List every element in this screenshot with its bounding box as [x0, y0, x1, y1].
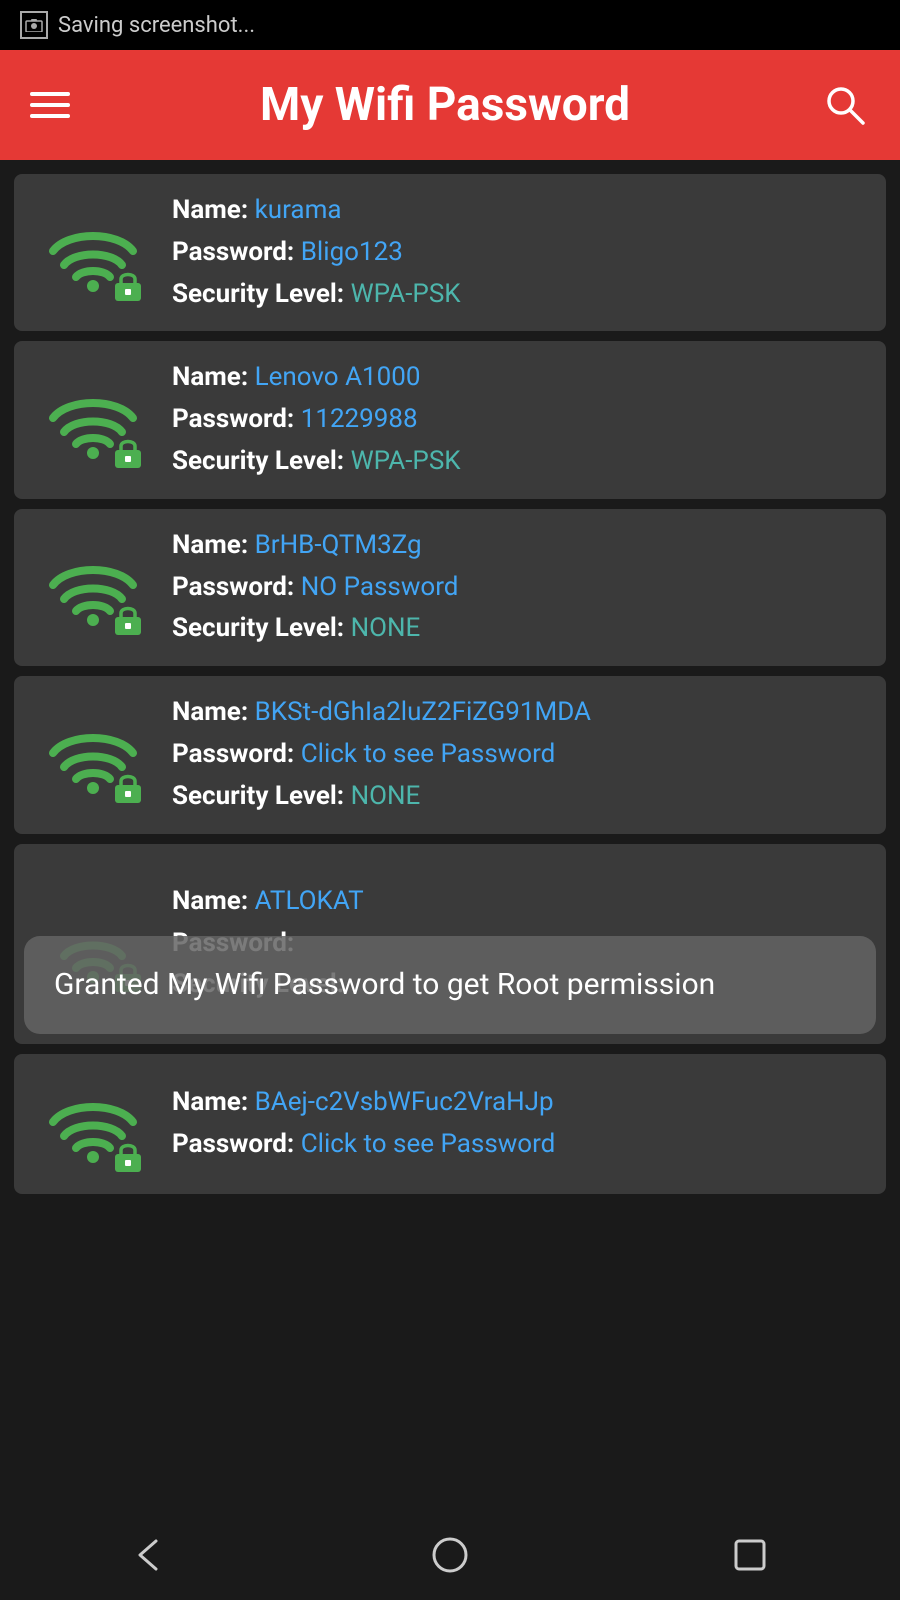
password-value-2: 11229988: [301, 404, 418, 434]
wifi-icon-wrap-3: [38, 537, 148, 637]
password-value-4: Click to see Password: [301, 739, 556, 769]
status-bar-text: Saving screenshot...: [58, 13, 255, 38]
password-value-3: NO Password: [301, 572, 459, 602]
wifi-icon-wrap-1: [38, 203, 148, 303]
security-label-4: Security Level:: [172, 781, 344, 811]
security-value-3: NONE: [351, 613, 421, 643]
name-label-5: Name:: [172, 886, 248, 916]
security-label-2: Security Level:: [172, 446, 344, 476]
back-button[interactable]: [120, 1525, 180, 1585]
nav-bar: [0, 1510, 900, 1600]
card-password-row-6[interactable]: Password: Click to see Password: [172, 1128, 862, 1162]
security-label-1: Security Level:: [172, 279, 344, 309]
wifi-card-3[interactable]: Name: BrHB-QTM3Zg Password: NO Password …: [14, 509, 886, 666]
name-value-5: ATLOKAT: [255, 886, 364, 916]
card-name-row-6: Name: BAej-c2VsbWFuc2VraHJp: [172, 1086, 862, 1120]
wifi-card-6[interactable]: Name: BAej-c2VsbWFuc2VraHJp Password: Cl…: [14, 1054, 886, 1194]
toast-text: Granted My Wifi Password to get Root per…: [54, 967, 715, 1002]
password-label-3: Password:: [172, 572, 294, 602]
wifi-card-1[interactable]: Name: kurama Password: Bligo123 Security…: [14, 174, 886, 331]
name-label-3: Name:: [172, 530, 248, 560]
card-info-6: Name: BAej-c2VsbWFuc2VraHJp Password: Cl…: [172, 1086, 862, 1162]
card-info-1: Name: kurama Password: Bligo123 Security…: [172, 194, 862, 311]
lock-icon-6: [110, 1138, 146, 1174]
screenshot-icon: [20, 11, 48, 39]
search-button[interactable]: [820, 80, 870, 130]
card-name-row-3: Name: BrHB-QTM3Zg: [172, 529, 862, 563]
home-button[interactable]: [420, 1525, 480, 1585]
app-bar: My Wifi Password: [0, 50, 900, 160]
security-label-3: Security Level:: [172, 613, 344, 643]
lock-icon-1: [110, 267, 146, 303]
security-value-1: WPA-PSK: [351, 279, 461, 309]
wifi-card-4[interactable]: Name: BKSt-dGhIa2luZ2FiZG91MDA Password:…: [14, 676, 886, 833]
wifi-icon-wrap-4: [38, 705, 148, 805]
card-name-row-5: Name: ATLOKAT: [172, 885, 862, 919]
card-name-row-4: Name: BKSt-dGhIa2luZ2FiZG91MDA: [172, 696, 862, 730]
card-security-row-4: Security Level: NONE: [172, 780, 862, 814]
password-value-6: Click to see Password: [301, 1129, 556, 1159]
password-label-4: Password:: [172, 739, 294, 769]
app-title: My Wifi Password: [260, 78, 630, 132]
card-password-row-1: Password: Bligo123: [172, 236, 862, 270]
card-password-row-4[interactable]: Password: Click to see Password: [172, 738, 862, 772]
toast-overlay: Granted My Wifi Password to get Root per…: [24, 936, 876, 1034]
card-security-row-3: Security Level: NONE: [172, 612, 862, 646]
card-info-2: Name: Lenovo A1000 Password: 11229988 Se…: [172, 361, 862, 478]
card-password-row-3: Password: NO Password: [172, 571, 862, 605]
card-security-row-2: Security Level: WPA-PSK: [172, 445, 862, 479]
password-label-6: Password:: [172, 1129, 294, 1159]
menu-button[interactable]: [30, 92, 70, 118]
content-area: Name: kurama Password: Bligo123 Security…: [0, 160, 900, 1510]
security-value-2: WPA-PSK: [351, 446, 461, 476]
wifi-card-2[interactable]: Name: Lenovo A1000 Password: 11229988 Se…: [14, 341, 886, 498]
card-name-row-1: Name: kurama: [172, 194, 862, 228]
wifi-icon-wrap-6: [38, 1074, 148, 1174]
wifi-icon-wrap-2: [38, 370, 148, 470]
name-value-1: kurama: [255, 195, 342, 225]
name-label-6: Name:: [172, 1087, 248, 1117]
name-value-4: BKSt-dGhIa2luZ2FiZG91MDA: [255, 697, 591, 727]
card-info-4: Name: BKSt-dGhIa2luZ2FiZG91MDA Password:…: [172, 696, 862, 813]
status-bar: Saving screenshot...: [0, 0, 900, 50]
password-label-2: Password:: [172, 404, 294, 434]
security-value-4: NONE: [351, 781, 421, 811]
card-info-3: Name: BrHB-QTM3Zg Password: NO Password …: [172, 529, 862, 646]
lock-icon-2: [110, 434, 146, 470]
name-label-4: Name:: [172, 697, 248, 727]
name-label-1: Name:: [172, 195, 248, 225]
lock-icon-3: [110, 601, 146, 637]
card-security-row-1: Security Level: WPA-PSK: [172, 278, 862, 312]
password-value-1: Bligo123: [301, 237, 403, 267]
card-5-container: Name: ATLOKAT Password: Security Level: …: [14, 844, 886, 1044]
recents-button[interactable]: [720, 1525, 780, 1585]
card-name-row-2: Name: Lenovo A1000: [172, 361, 862, 395]
name-value-6: BAej-c2VsbWFuc2VraHJp: [255, 1087, 554, 1117]
name-label-2: Name:: [172, 362, 248, 392]
name-value-2: Lenovo A1000: [255, 362, 421, 392]
lock-icon-4: [110, 769, 146, 805]
name-value-3: BrHB-QTM3Zg: [255, 530, 422, 560]
card-password-row-2: Password: 11229988: [172, 403, 862, 437]
password-label-1: Password:: [172, 237, 294, 267]
